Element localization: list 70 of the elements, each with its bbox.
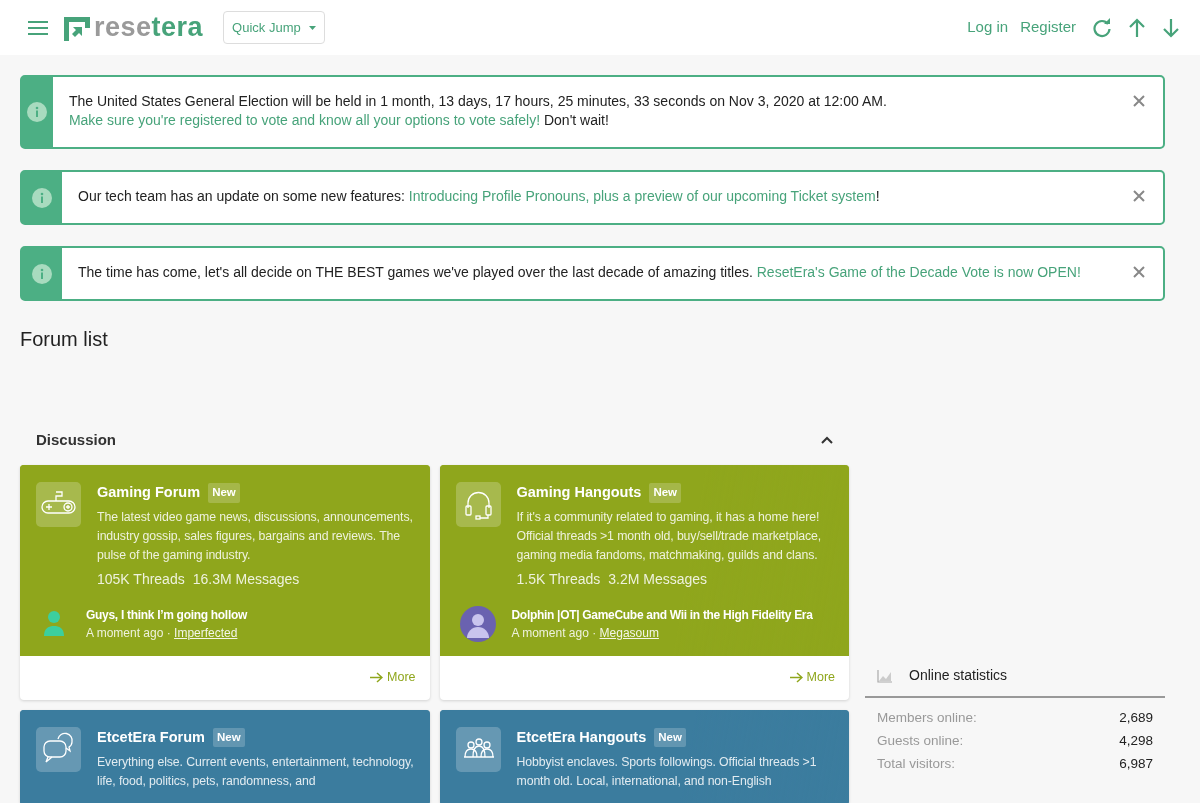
forum-description: If it's a community related to gaming, it has a home here! Official threads >1 month old, buy/sell/trade marketplace, gaming media fandoms, matchmaking, guilds and clans. bbox=[516, 508, 823, 564]
quick-jump-button[interactable]: Quick Jump bbox=[223, 10, 325, 45]
arrow-right-icon bbox=[789, 672, 803, 684]
forum-description: Hobbyist enclaves. Sports followings. Official threads >1 month old. Local, international, and non-English bbox=[516, 753, 818, 790]
thread-link[interactable]: Dolphin |OT| GameCube and Wii in the High Fidelity Era bbox=[511, 605, 813, 624]
chat-icon bbox=[36, 726, 81, 772]
forum-title[interactable]: Gaming Forum bbox=[97, 482, 201, 504]
new-label: New bbox=[649, 483, 682, 503]
stat-label: Total visitors: bbox=[877, 755, 956, 773]
forum-description: The latest video game news, discussions, announcements, industry gossip, sales figures, bargains and reviews. The pulse of the gaming industry. bbox=[97, 508, 414, 564]
category-title[interactable]: Discussion bbox=[36, 428, 117, 452]
new-label: New bbox=[208, 483, 240, 503]
notice-text: The United States General Election will be held in 1 month, 13 days, 17 hours, 25 minutes, 33 seconds on Nov 3, 2020 at 12:00 AM. Make sure you're registered to vote and know all your options to vote safely! Don't wait! bbox=[68, 92, 888, 130]
thread-count: 1.5K Threads bbox=[516, 569, 601, 589]
forum-card[interactable]: EtcetEra Hangouts New Hobbyist enclaves. Sports followings. Official threads >1 month old. Local, international, and non-English bbox=[439, 709, 849, 803]
forum-card[interactable] bbox=[20, 465, 430, 656]
thread-count: 105K Threads bbox=[97, 569, 185, 589]
headset-icon bbox=[455, 482, 501, 527]
post-meta: A moment ago · Imperfected bbox=[86, 624, 239, 642]
info-icon bbox=[27, 102, 48, 122]
people-icon bbox=[455, 726, 501, 772]
close-icon bbox=[1133, 190, 1145, 202]
author-link[interactable]: Megasoum bbox=[599, 625, 659, 640]
message-count: 16.3M Messages bbox=[192, 569, 300, 589]
more-link[interactable]: More bbox=[789, 668, 835, 688]
caret-icon bbox=[308, 25, 316, 30]
stat-label: Guests online: bbox=[877, 732, 964, 750]
chevron-up-icon[interactable] bbox=[821, 436, 833, 444]
message-count: 3.2M Messages bbox=[608, 569, 708, 589]
info-icon bbox=[32, 263, 52, 284]
gamepad-icon bbox=[36, 482, 81, 527]
author-link[interactable]: Imperfected bbox=[174, 625, 238, 640]
stat-label: Members online: bbox=[877, 709, 977, 727]
avatar bbox=[459, 605, 496, 642]
arrow-up-icon[interactable] bbox=[1128, 17, 1146, 38]
post-meta: A moment ago · Megasoum bbox=[511, 624, 660, 642]
close-button[interactable] bbox=[1133, 266, 1145, 278]
forum-title[interactable]: Gaming Hangouts bbox=[516, 482, 642, 504]
section-title: Online statistics bbox=[909, 666, 1008, 685]
arrow-down-icon[interactable] bbox=[1162, 17, 1180, 38]
refresh-icon[interactable] bbox=[1092, 17, 1112, 38]
login-link[interactable]: Log in bbox=[967, 16, 1009, 39]
more-link[interactable]: More bbox=[370, 668, 416, 688]
forum-description: Everything else. Current events, entertainment, technology, life, food, politics, pets, randomness, and bbox=[97, 753, 415, 790]
forum-title[interactable]: EtcetEra Forum bbox=[97, 726, 205, 749]
arrow-right-icon bbox=[370, 672, 383, 684]
new-label: New bbox=[654, 728, 686, 748]
close-button[interactable] bbox=[1133, 190, 1145, 202]
notice-link[interactable]: ResetEra's Game of the Decade Vote is now OPEN! bbox=[756, 264, 1081, 280]
thread-link[interactable]: Guys, I think I’m going hollow bbox=[86, 605, 247, 624]
close-icon bbox=[1133, 95, 1145, 107]
notice-text: Our tech team has an update on some new features: Introducing Profile Pronouns, plus a preview of our upcoming Ticket system! bbox=[78, 187, 881, 206]
stat-value: 2,689 bbox=[1119, 709, 1153, 727]
logo[interactable]: resetera bbox=[64, 14, 204, 41]
forum-title[interactable]: EtcetEra Hangouts bbox=[516, 726, 647, 749]
forum-card[interactable]: EtcetEra Forum New Everything else. Current events, entertainment, technology, life, food, politics, pets, randomness, and bbox=[20, 709, 430, 803]
stat-value: 6,987 bbox=[1119, 755, 1153, 773]
menu-icon[interactable] bbox=[28, 19, 48, 36]
close-button[interactable] bbox=[1133, 95, 1145, 107]
notice-link[interactable]: Introducing Profile Pronouns, plus a preview of our upcoming Ticket system bbox=[408, 188, 876, 204]
register-link[interactable]: Register bbox=[1020, 16, 1076, 39]
chart-icon bbox=[877, 668, 893, 683]
new-label: New bbox=[213, 728, 245, 748]
notice-text: The time has come, let's all decide on THE BEST games we've played over the last decade of amazing titles. ResetEra's Game of the Decade Vote is now OPEN! bbox=[78, 263, 1082, 282]
info-icon bbox=[32, 187, 52, 208]
close-icon bbox=[1133, 266, 1145, 278]
stat-value: 4,298 bbox=[1119, 732, 1153, 750]
page-title: Forum list bbox=[20, 327, 109, 351]
forum-card[interactable] bbox=[439, 465, 849, 656]
notice-link[interactable]: Make sure you're registered to vote and know all your options to vote safely! bbox=[68, 112, 541, 128]
